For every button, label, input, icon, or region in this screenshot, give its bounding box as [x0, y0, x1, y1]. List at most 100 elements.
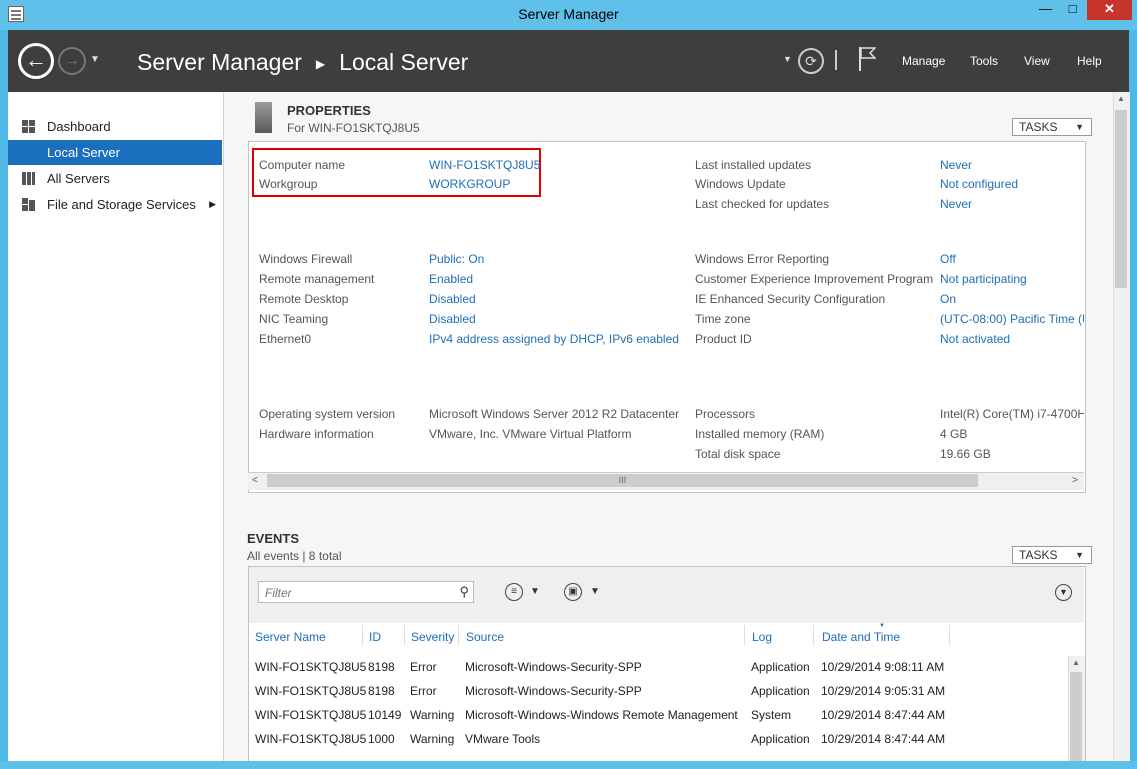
- cell-source: VMware Tools: [465, 732, 541, 746]
- expand-arrow-icon[interactable]: ▶: [209, 192, 216, 217]
- forward-arrow-icon[interactable]: →: [58, 47, 86, 75]
- main-scroll-thumb[interactable]: [1115, 110, 1127, 288]
- breadcrumb-root[interactable]: Server Manager: [137, 49, 302, 75]
- sidebar-item-dashboard[interactable]: Dashboard: [8, 114, 222, 139]
- properties-tasks-button[interactable]: TASKS ▼: [1012, 118, 1092, 136]
- menu-manage[interactable]: Manage: [902, 54, 945, 68]
- refresh-icon[interactable]: ⟳: [798, 48, 824, 74]
- column-header-id[interactable]: ID: [369, 630, 381, 644]
- header-dropdown-icon[interactable]: ▼: [783, 54, 792, 64]
- property-value-link[interactable]: Enabled: [429, 272, 473, 286]
- cell-log: System: [751, 708, 792, 722]
- filter-input[interactable]: [263, 583, 447, 603]
- property-value-link[interactable]: Not participating: [940, 272, 1027, 286]
- column-header-log[interactable]: Log: [752, 630, 772, 644]
- events-tasks-button[interactable]: TASKS ▼: [1012, 546, 1092, 564]
- cell-log: Application: [751, 732, 810, 746]
- menu-help[interactable]: Help: [1077, 54, 1102, 68]
- cell-severity: Error: [410, 684, 437, 698]
- property-value: Microsoft Windows Server 2012 R2 Datacen…: [429, 407, 680, 421]
- property-label: Remote management: [259, 272, 375, 286]
- property-value-link[interactable]: Disabled: [429, 312, 476, 326]
- notifications-flag-icon[interactable]: [858, 47, 876, 71]
- property-label: Windows Error Reporting: [695, 252, 830, 266]
- column-divider: [949, 625, 950, 645]
- sidebar-item-label: Local Server: [47, 145, 120, 160]
- sidebar: Dashboard Local Server All Servers File …: [8, 92, 224, 761]
- list-options-icon[interactable]: ≡: [505, 583, 523, 601]
- cell-source: Microsoft-Windows-Security-SPP: [465, 684, 642, 698]
- table-row[interactable]: WIN-FO1SKTQJ8U5 10149 Warning Microsoft-…: [250, 704, 1070, 728]
- properties-subtitle: For WIN-FO1SKTQJ8U5: [287, 121, 420, 135]
- menu-tools[interactable]: Tools: [970, 54, 998, 68]
- history-dropdown-icon[interactable]: ▼: [90, 54, 100, 65]
- property-value-link[interactable]: WORKGROUP: [429, 177, 510, 191]
- expand-collapse-icon[interactable]: ▼: [1055, 584, 1072, 601]
- sidebar-item-label: File and Storage Services: [47, 197, 196, 212]
- cell-date-time: 10/29/2014 9:05:31 AM: [821, 684, 946, 698]
- window-title: Server Manager: [518, 6, 619, 22]
- property-value-link[interactable]: Not configured: [940, 177, 1018, 191]
- back-arrow-icon[interactable]: ←: [18, 43, 54, 79]
- property-label: Remote Desktop: [259, 292, 349, 306]
- property-value-link[interactable]: Never: [940, 158, 972, 172]
- table-row[interactable]: WIN-FO1SKTQJ8U5 8198 Error Microsoft-Win…: [250, 680, 1070, 704]
- column-divider: [744, 625, 745, 645]
- property-label: Last checked for updates: [695, 197, 830, 211]
- property-value-link[interactable]: Public: On: [429, 252, 484, 266]
- property-label: Computer name: [259, 158, 346, 172]
- cell-server-name: WIN-FO1SKTQJ8U5: [255, 684, 367, 698]
- cell-date-time: 10/29/2014 9:08:11 AM: [821, 660, 945, 674]
- property-value-link[interactable]: Never: [940, 197, 972, 211]
- column-divider: [404, 625, 405, 645]
- property-value-link[interactable]: Disabled: [429, 292, 476, 306]
- property-label: Workgroup: [259, 177, 318, 191]
- cell-source: Microsoft-Windows-Security-SPP: [465, 660, 642, 674]
- horizontal-scroll-thumb[interactable]: III: [267, 474, 978, 487]
- cell-server-name: WIN-FO1SKTQJ8U5: [255, 732, 367, 746]
- all-servers-icon: [22, 172, 35, 185]
- property-value: 4 GB: [940, 427, 968, 441]
- scroll-up-icon[interactable]: ▲: [1072, 658, 1080, 667]
- column-header-severity[interactable]: Severity: [411, 630, 454, 644]
- property-label: Installed memory (RAM): [695, 427, 825, 441]
- save-query-icon[interactable]: ▣: [564, 583, 582, 601]
- column-header-server-name[interactable]: Server Name: [255, 630, 326, 644]
- column-header-date-time[interactable]: Date and Time: [822, 630, 900, 644]
- cell-server-name: WIN-FO1SKTQJ8U5: [255, 708, 367, 722]
- maximize-button[interactable]: □: [1059, 0, 1086, 20]
- table-row[interactable]: WIN-FO1SKTQJ8U5 8198 Error Microsoft-Win…: [250, 656, 1070, 680]
- minimize-button[interactable]: —: [1032, 0, 1059, 20]
- events-scroll-thumb[interactable]: [1070, 672, 1082, 761]
- property-label: Customer Experience Improvement Program: [695, 272, 934, 286]
- filter-box[interactable]: ⚲: [258, 581, 474, 603]
- chevron-down-icon[interactable]: ▼: [590, 586, 600, 597]
- sidebar-item-file-storage[interactable]: File and Storage Services ▶: [8, 192, 222, 217]
- property-value-link[interactable]: WIN-FO1SKTQJ8U5: [429, 158, 540, 172]
- cell-id: 8198: [368, 684, 395, 698]
- table-row[interactable]: WIN-FO1SKTQJ8U5 1000 Warning VMware Tool…: [250, 728, 1070, 752]
- property-label: NIC Teaming: [259, 312, 329, 326]
- scroll-up-icon[interactable]: ▲: [1113, 94, 1129, 103]
- column-header-source[interactable]: Source: [466, 630, 504, 644]
- header-divider: [835, 50, 837, 70]
- scroll-left-icon[interactable]: <: [252, 475, 258, 486]
- property-label: Time zone: [695, 312, 751, 326]
- menu-view[interactable]: View: [1024, 54, 1050, 68]
- scroll-right-icon[interactable]: >: [1072, 475, 1078, 486]
- sidebar-item-local-server[interactable]: Local Server: [8, 140, 222, 165]
- sidebar-item-label: Dashboard: [47, 119, 111, 134]
- sidebar-item-all-servers[interactable]: All Servers: [8, 166, 222, 191]
- property-label: Total disk space: [695, 447, 781, 461]
- column-divider: [458, 625, 459, 645]
- property-label: Hardware information: [259, 427, 374, 441]
- property-value-link[interactable]: Off: [940, 252, 956, 266]
- search-icon[interactable]: ⚲: [459, 584, 469, 600]
- property-value-link[interactable]: IPv4 address assigned by DHCP, IPv6 enab…: [429, 332, 679, 346]
- chevron-down-icon[interactable]: ▼: [530, 586, 540, 597]
- property-label: Product ID: [695, 332, 752, 346]
- property-value-link[interactable]: On: [940, 292, 956, 306]
- property-value-link[interactable]: Not activated: [940, 332, 1010, 346]
- property-value-link[interactable]: (UTC-08:00) Pacific Time (US: [940, 312, 1084, 326]
- close-button[interactable]: ✕: [1087, 0, 1132, 20]
